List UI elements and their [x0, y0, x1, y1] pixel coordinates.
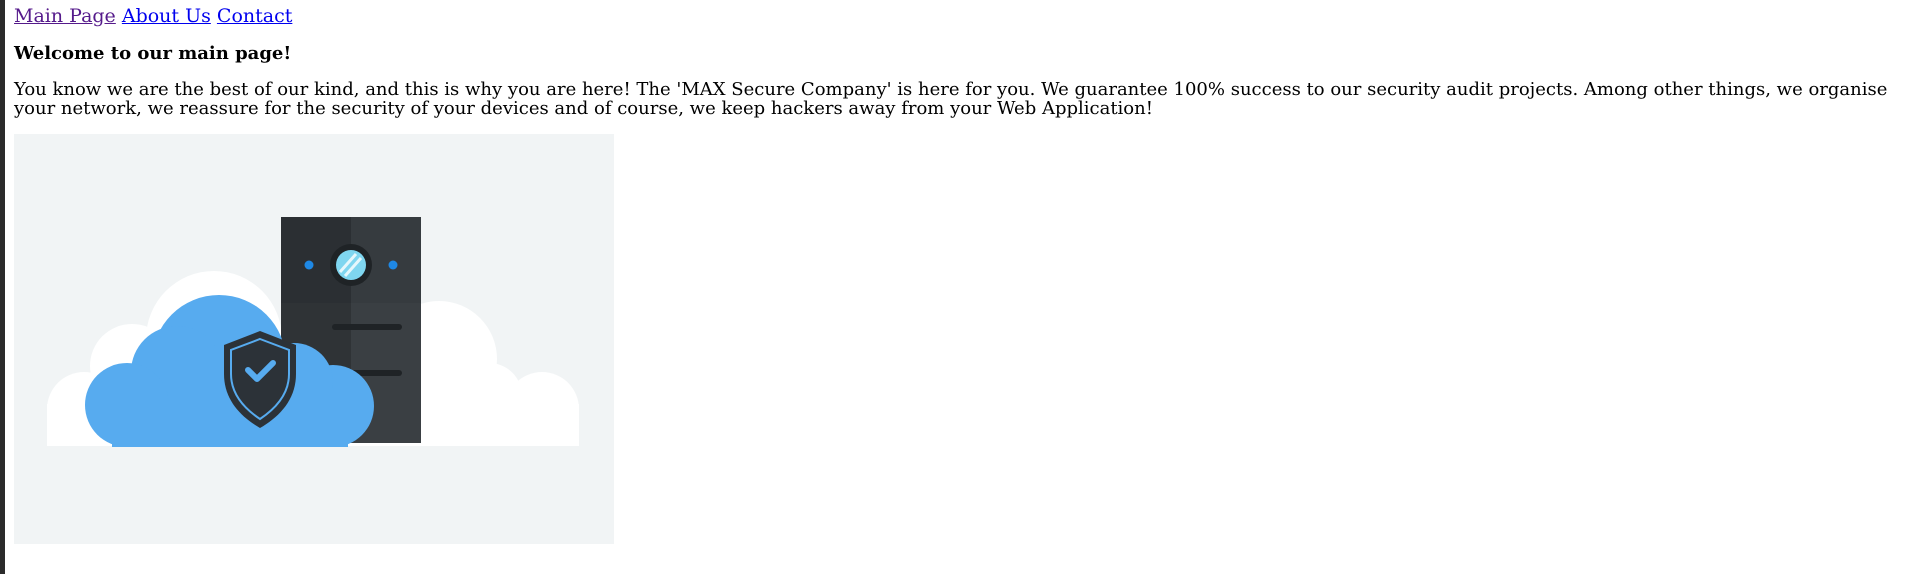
- window-left-edge: [0, 0, 5, 574]
- page-heading: Welcome to our main page!: [14, 43, 292, 64]
- nav-link-contact[interactable]: Contact: [217, 5, 292, 27]
- nav-link-main-page[interactable]: Main Page: [14, 5, 116, 27]
- nav-link-about-us[interactable]: About Us: [122, 5, 211, 27]
- hero-illustration: [14, 134, 614, 544]
- page-content: Main Page About Us Contact Welcome to ou…: [14, 0, 1909, 544]
- intro-paragraph: You know we are the best of our kind, an…: [14, 79, 1888, 119]
- top-nav: Main Page About Us Contact: [14, 5, 1909, 27]
